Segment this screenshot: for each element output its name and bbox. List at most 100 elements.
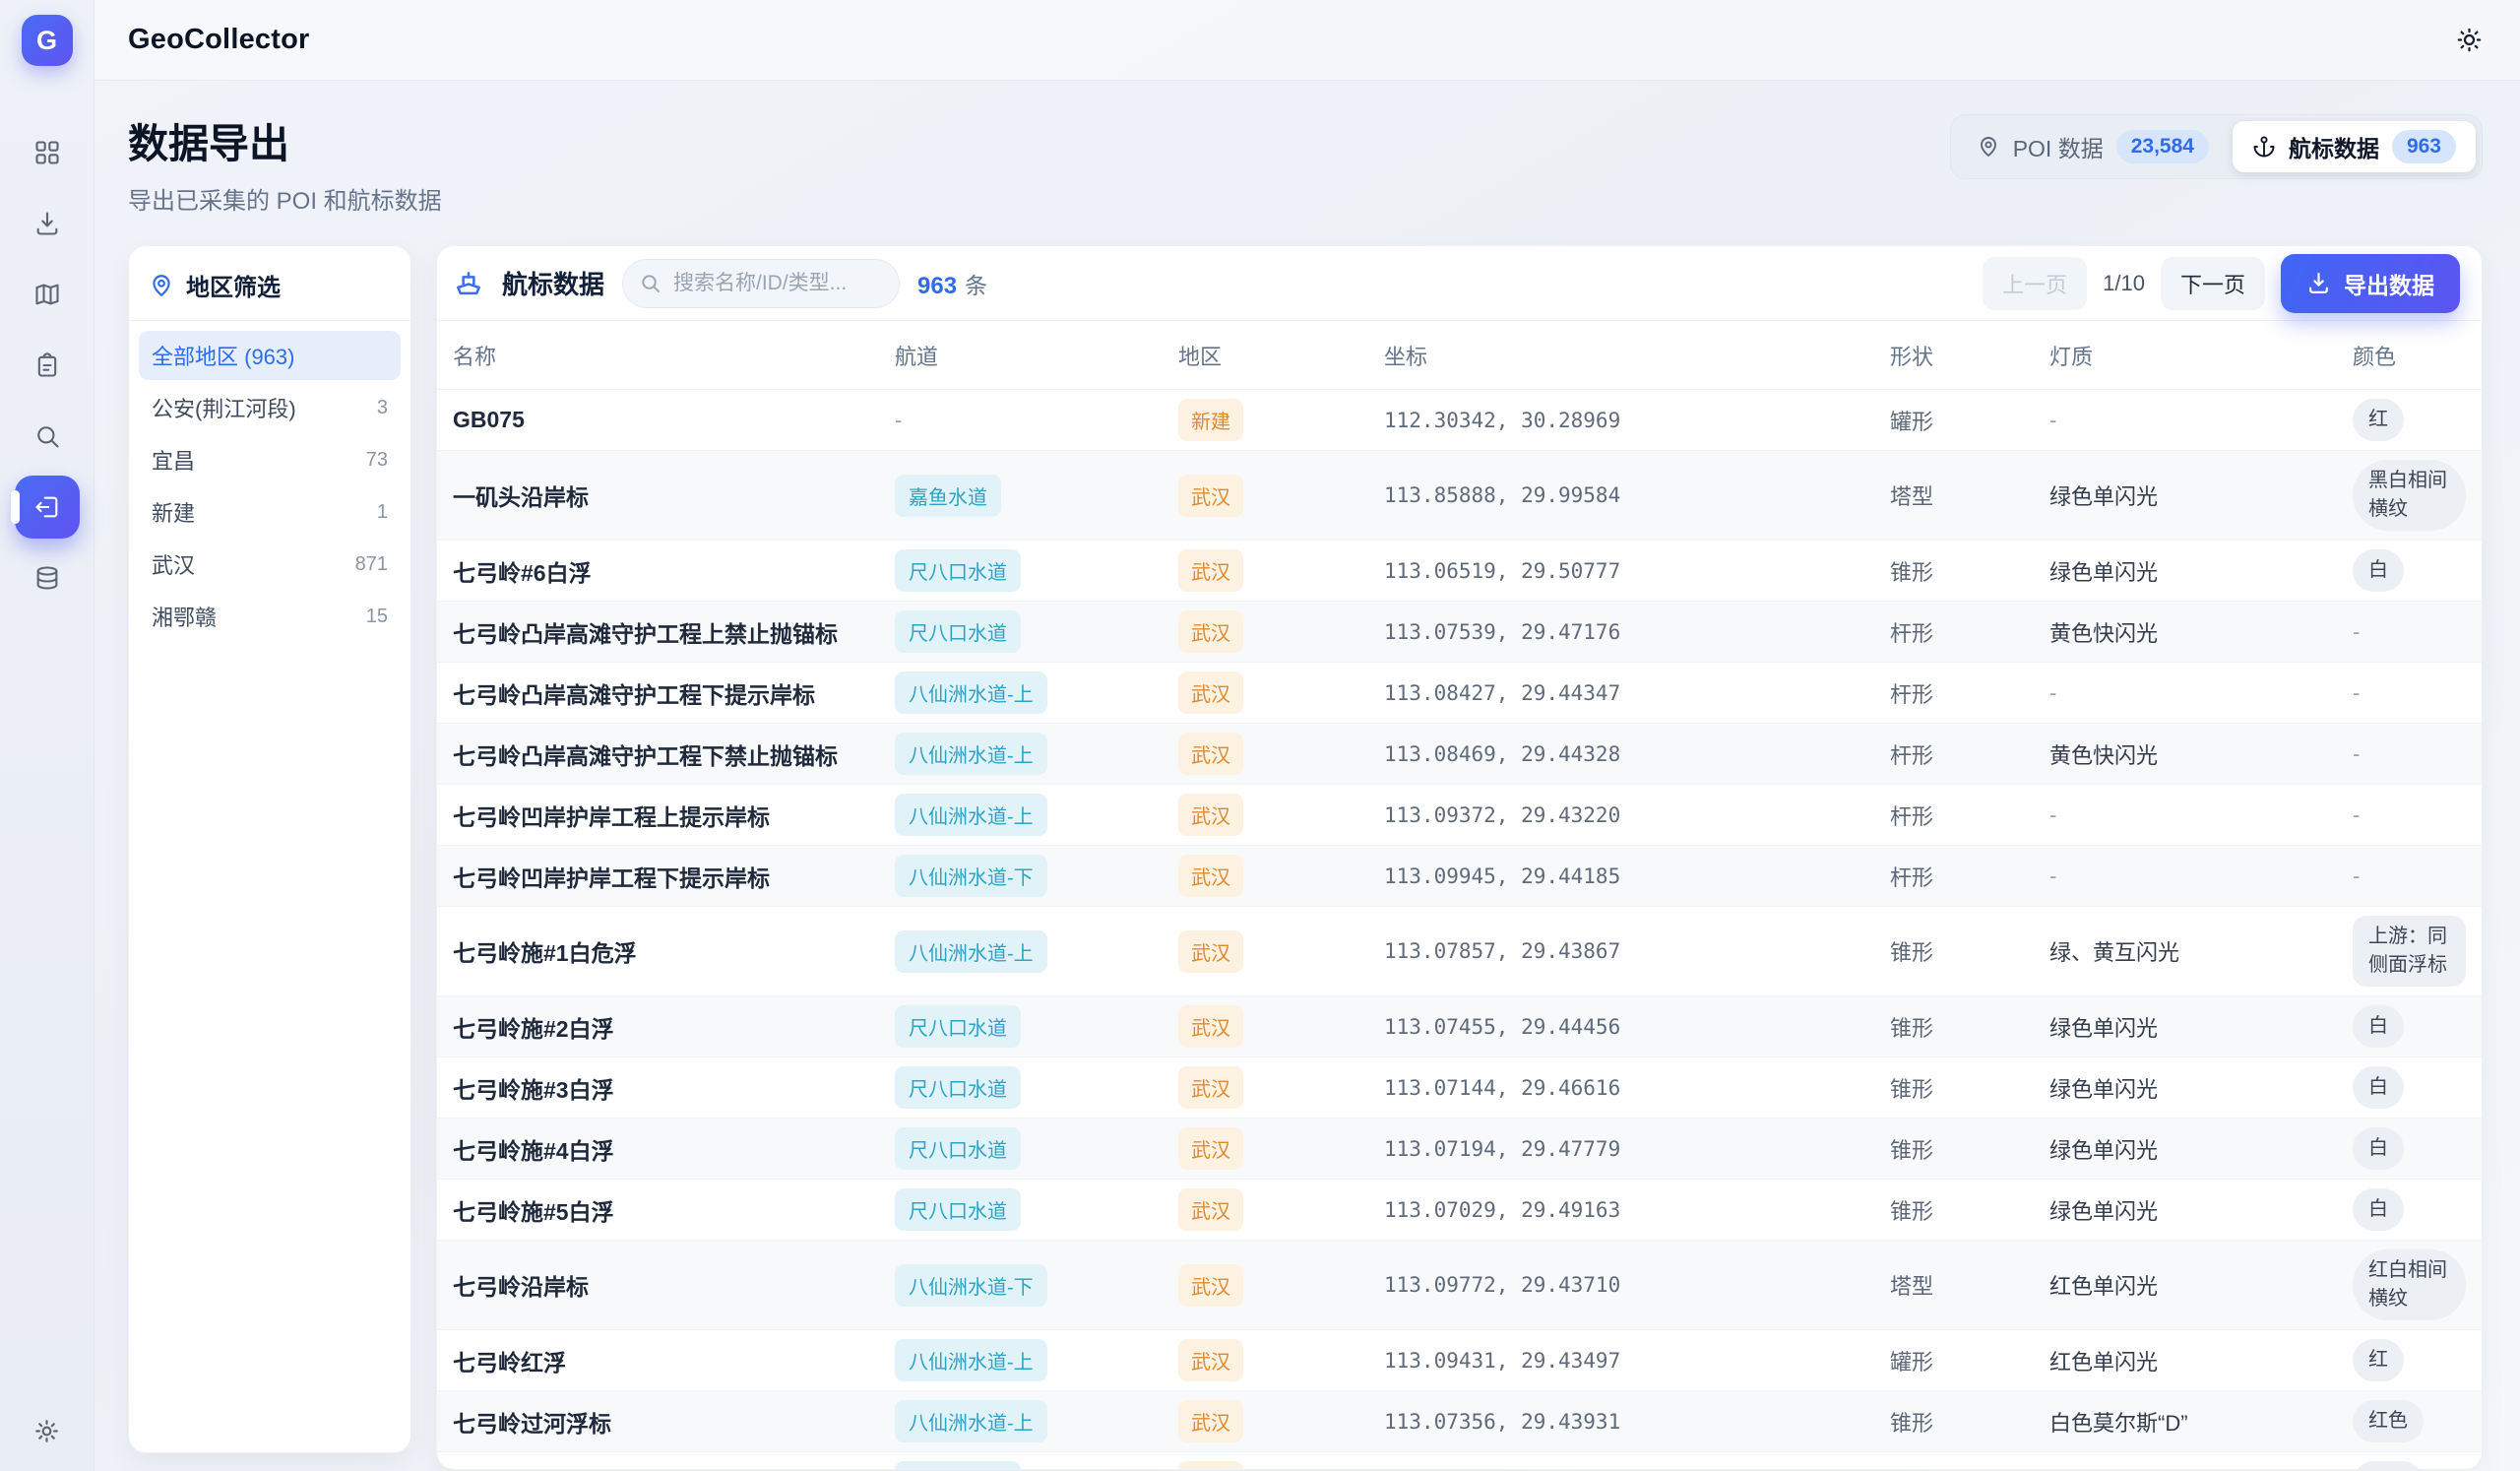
map-pin-icon [149,273,174,298]
search-input[interactable] [671,271,889,296]
cell-coordinates: 113.09772, 29.43710 [1384,1273,1890,1297]
table-row[interactable]: 七弓岭凹岸护岸工程上提示岸标八仙洲水道-上武汉113.09372, 29.432… [437,784,2482,845]
channel-badge: 八仙洲水道-上 [895,794,1047,836]
table-row[interactable]: 七弓岭凸岸高滩守护工程下禁止抛锚标八仙洲水道-上武汉113.08469, 29.… [437,723,2482,784]
table-row[interactable]: 七弓岭凸岸高滩守护工程下提示岸标八仙洲水道-上武汉113.08427, 29.4… [437,662,2482,723]
record-count-value: 963 [917,273,957,300]
cell-shape: 塔型 [1890,480,2049,511]
cell-light: 黄色快闪光 [2049,738,2353,770]
export-data-button[interactable]: 导出数据 [2281,254,2460,313]
search-box [622,259,900,308]
table-row[interactable]: 七弓岭施#1白危浮八仙洲水道-上武汉113.07857, 29.43867锥形绿… [437,906,2482,995]
color-badge: 白 [2353,1188,2404,1231]
filter-item[interactable]: 湘鄂赣15 [139,592,401,641]
column-header: 名称 [453,340,895,371]
row-name: 七弓岭施#3白浮 [453,1071,895,1105]
settings-gear-icon[interactable] [32,1417,61,1445]
cell-light: 绿色单闪光 [2049,1194,2353,1226]
table-row[interactable]: 三八滩守护#1专用浮太平口水道武汉112.22883, 30.30681锥形黄色… [437,1451,2482,1470]
sidebar-item-search[interactable] [15,405,80,468]
download-icon [33,210,61,237]
table-row[interactable]: 七弓岭沿岸标八仙洲水道-下武汉113.09772, 29.43710塔型红色单闪… [437,1240,2482,1329]
region-badge: 武汉 [1178,1188,1243,1231]
cell-coordinates: 113.09372, 29.43220 [1384,803,1890,827]
filter-item-count: 3 [377,397,388,419]
beacon-count-badge: 963 [2392,130,2456,163]
cell-shape: 杆形 [1890,677,2049,709]
dataset-tab-poi[interactable]: POI 数据 23,584 [1957,121,2229,172]
sidebar-item-database[interactable] [15,546,80,609]
data-export-icon [33,493,61,521]
app-logo[interactable]: G [22,15,73,66]
cell-light: 绿色单闪光 [2049,1133,2353,1165]
region-badge: 武汉 [1178,610,1243,653]
theme-toggle-sun-icon[interactable] [2456,27,2483,53]
table-row[interactable]: 七弓岭施#5白浮尺八口水道武汉113.07029, 29.49163锥形绿色单闪… [437,1179,2482,1240]
row-name: 七弓岭沿岸标 [453,1268,895,1302]
filter-item[interactable]: 公安(荆江河段)3 [139,383,401,432]
filter-item[interactable]: 全部地区 (963) [139,331,401,380]
sidebar-item-map[interactable] [15,263,80,326]
row-name: 七弓岭过河浮标 [453,1405,895,1439]
table-row[interactable]: GB075-新建112.30342, 30.28969罐形-红 [437,390,2482,450]
table-row[interactable]: 七弓岭施#4白浮尺八口水道武汉113.07194, 29.47779锥形绿色单闪… [437,1118,2482,1179]
channel-badge: 尺八口水道 [895,1127,1021,1170]
empty-dash: - [2353,863,2466,889]
next-page-button[interactable]: 下一页 [2161,257,2265,310]
channel-badge: 八仙洲水道-下 [895,855,1047,897]
topbar: GeoCollector [94,0,2520,81]
row-name: 七弓岭凸岸高滩守护工程上禁止抛锚标 [453,615,895,649]
channel-badge: 八仙洲水道-上 [895,733,1047,775]
page-head: 数据导出 导出已采集的 POI 和航标数据 POI 数据 23,584 航标数据 [128,110,2483,216]
record-count: 963 条 [917,267,987,300]
row-name: 七弓岭施#4白浮 [453,1132,895,1166]
region-filter-title: 地区筛选 [186,268,281,302]
channel-badge: 尺八口水道 [895,1005,1021,1048]
filter-item[interactable]: 宜昌73 [139,435,401,484]
cell-light: - [2049,802,2353,828]
cell-shape: 锥形 [1890,555,2049,587]
row-name: 七弓岭施#5白浮 [453,1193,895,1227]
region-badge: 武汉 [1178,733,1243,775]
cell-coordinates: 113.06519, 29.50777 [1384,559,1890,583]
filter-item-count: 1 [377,501,388,524]
sidebar-item-download[interactable] [15,192,80,255]
filter-item[interactable]: 武汉871 [139,540,401,589]
table-row[interactable]: 一矶头沿岸标嘉鱼水道武汉113.85888, 29.99584塔型绿色单闪光黑白… [437,450,2482,540]
cell-light: 红色单闪光 [2049,1345,2353,1376]
cell-light: 黄色快闪光 [2049,616,2353,648]
cell-coordinates: 113.07455, 29.44456 [1384,1015,1890,1039]
page-subtitle: 导出已采集的 POI 和航标数据 [128,181,442,216]
table-row[interactable]: 七弓岭施#2白浮尺八口水道武汉113.07455, 29.44456锥形绿色单闪… [437,995,2482,1056]
sidebar-item-clipboard[interactable] [15,334,80,397]
table-row[interactable]: 七弓岭红浮八仙洲水道-上武汉113.09431, 29.43497罐形红色单闪光… [437,1329,2482,1390]
table-row[interactable]: 七弓岭#6白浮尺八口水道武汉113.06519, 29.50777锥形绿色单闪光… [437,540,2482,601]
filter-item-label: 宜昌 [152,444,195,476]
row-name: 七弓岭凸岸高滩守护工程下禁止抛锚标 [453,737,895,771]
channel-badge: 八仙洲水道-上 [895,672,1047,714]
table-row[interactable]: 七弓岭过河浮标八仙洲水道-上武汉113.07356, 29.43931锥形白色莫… [437,1390,2482,1451]
prev-page-button[interactable]: 上一页 [1983,257,2087,310]
table-row[interactable]: 七弓岭施#3白浮尺八口水道武汉113.07144, 29.46616锥形绿色单闪… [437,1056,2482,1118]
empty-dash: - [2353,619,2466,645]
clipboard-icon [33,352,61,379]
table-body: GB075-新建112.30342, 30.28969罐形-红一矶头沿岸标嘉鱼水… [437,390,2482,1470]
region-badge: 新建 [1178,399,1243,441]
dataset-tab-label: 航标数据 [2289,130,2379,163]
sidebar-item-dashboard-grid[interactable] [15,121,80,184]
ship-icon [453,268,484,299]
sidebar: G [0,0,94,1471]
table-row[interactable]: 七弓岭凹岸护岸工程下提示岸标八仙洲水道-下武汉113.09945, 29.441… [437,845,2482,906]
filter-item-count: 15 [366,606,388,628]
column-header: 灯质 [2049,340,2353,371]
filter-item[interactable]: 新建 1 [139,487,401,537]
region-badge: 武汉 [1178,1127,1243,1170]
channel-badge: 八仙洲水道-上 [895,930,1047,973]
filter-item-label: 全部地区 (963) [152,340,294,371]
filter-item-label: 新建 [152,496,195,528]
download-icon [2306,271,2331,295]
color-badge: 白 [2353,1066,2404,1109]
dataset-tab-beacon[interactable]: 航标数据 963 [2233,121,2476,172]
table-row[interactable]: 七弓岭凸岸高滩守护工程上禁止抛锚标尺八口水道武汉113.07539, 29.47… [437,601,2482,662]
sidebar-item-data-export[interactable] [15,476,80,539]
